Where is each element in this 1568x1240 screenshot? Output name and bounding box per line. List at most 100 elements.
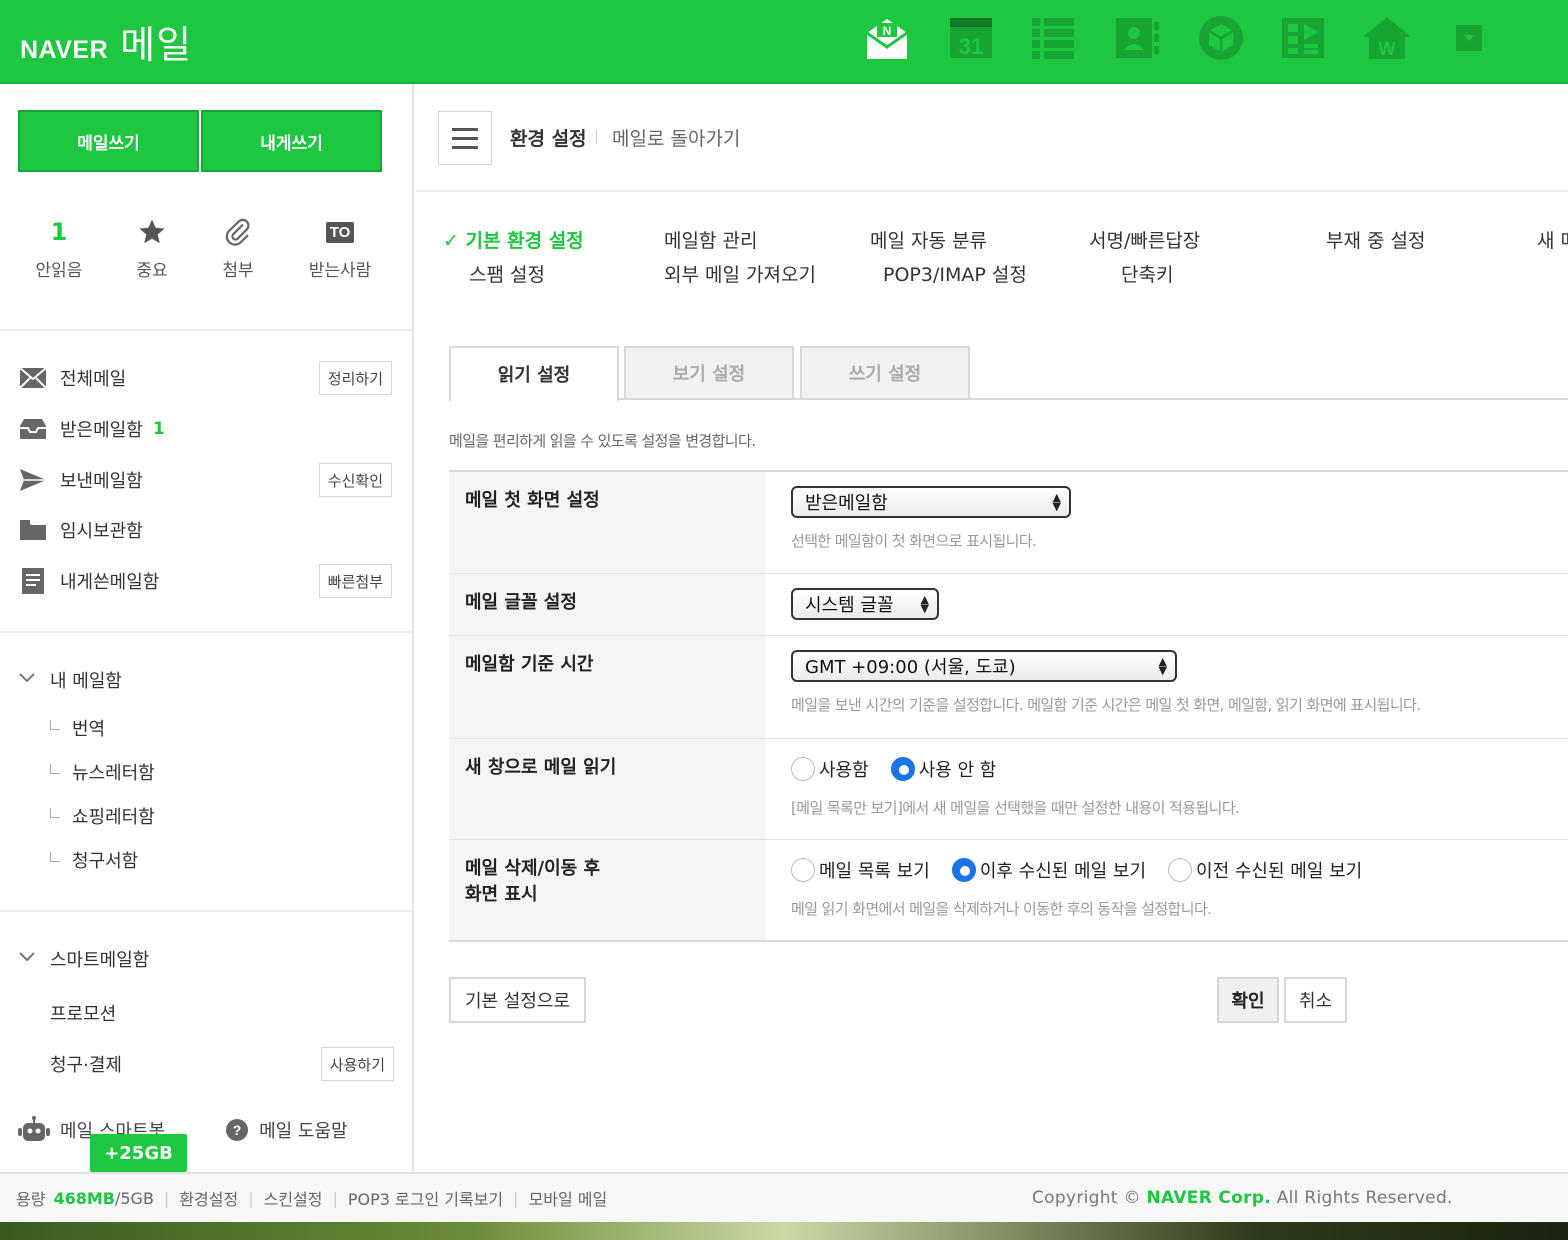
after-delete-radio-group: 메일 목록 보기 이후 수신된 메일 보기 이전 수신된 메일 보기 <box>791 854 1543 886</box>
mybox-icon[interactable] <box>1194 12 1248 64</box>
first-screen-select[interactable]: 받은메일함 ▲ ▼ <box>791 486 1071 518</box>
svg-text:31: 31 <box>959 34 983 59</box>
tab-read-settings[interactable]: 읽기 설정 <box>449 346 619 402</box>
todo-list-icon[interactable] <box>1026 12 1080 64</box>
cancel-button[interactable]: 취소 <box>1284 977 1347 1023</box>
confirm-button[interactable]: 확인 <box>1217 977 1279 1023</box>
radio-next-mail[interactable]: 이후 수신된 메일 보기 <box>951 857 1147 883</box>
tab-write-settings[interactable]: 쓰기 설정 <box>800 346 970 400</box>
tree-branch-icon <box>50 764 60 774</box>
sub-folder-shopping[interactable]: 쇼핑레터함 <box>50 799 155 833</box>
office-icon[interactable] <box>1276 12 1330 64</box>
footer-link-settings[interactable]: 환경설정 <box>179 1186 238 1210</box>
select-arrows-icon: ▲ ▼ <box>920 593 929 615</box>
row-help: 메일 읽기 화면에서 메일을 삭제하거나 이동한 후의 동작을 설정합니다. <box>791 900 1212 918</box>
row-timezone: 메일함 기준 시간 GMT +09:00 (서울, 도쿄) ▲ ▼ 메일을 보낸 … <box>449 636 1568 739</box>
logo-brand: NAVER <box>20 36 109 64</box>
smart-billing[interactable]: 청구·결제 사용하기 <box>50 1044 394 1084</box>
radio-label: 메일 목록 보기 <box>819 861 930 882</box>
blog-home-icon[interactable]: W <box>1360 12 1414 64</box>
sub-folder-translation[interactable]: 번역 <box>50 711 105 745</box>
sidebar-divider <box>0 329 412 331</box>
folder-sent[interactable]: 보낸메일함 수신확인 <box>18 460 394 500</box>
calendar-icon[interactable]: 31 <box>944 12 998 64</box>
font-select[interactable]: 시스템 글꼴 ▲ ▼ <box>791 588 939 620</box>
more-apps-dropdown-icon[interactable] <box>1442 12 1496 64</box>
quick-recipient[interactable]: TO 받는사람 <box>290 212 390 281</box>
row-first-screen: 메일 첫 화면 설정 받은메일함 ▲ ▼ 선택한 메일함이 첫 화면으로 표시됩니… <box>449 472 1568 574</box>
folder-inbox[interactable]: 받은메일함 1 <box>18 409 394 449</box>
radio-use[interactable]: 사용함 <box>791 756 869 782</box>
nav-new-truncated[interactable]: 새 메 <box>1537 226 1568 253</box>
top-header: NAVER 메일 N 31 W <box>0 0 1568 84</box>
footer-link-skin[interactable]: 스킨설정 <box>264 1186 323 1210</box>
sub-folder-bills[interactable]: 청구서함 <box>50 843 138 877</box>
radio-no-use[interactable]: 사용 안 함 <box>890 756 996 782</box>
sub-folder-newsletter[interactable]: 뉴스레터함 <box>50 755 155 789</box>
smart-mailbox-toggle[interactable]: 스마트메일함 <box>18 941 149 977</box>
nav-external-mail[interactable]: 외부 메일 가져오기 <box>664 260 816 287</box>
write-mail-button[interactable]: 메일쓰기 <box>18 110 199 172</box>
nav-basic-settings[interactable]: ✓ 기본 환경 설정 <box>443 226 584 253</box>
radio-label: 이후 수신된 메일 보기 <box>979 861 1147 882</box>
settings-main: 환경 설정 메일로 돌아가기 ✓ 기본 환경 설정 스팸 설정 메일함 관리 외… <box>416 84 1568 1172</box>
sidebar-divider <box>0 631 412 633</box>
radio-label: 사용함 <box>819 760 869 781</box>
quick-unread-label: 안읽음 <box>35 261 83 281</box>
nav-absence[interactable]: 부재 중 설정 <box>1326 226 1425 253</box>
organize-button[interactable]: 정리하기 <box>318 361 392 395</box>
help-icon: ? <box>226 1119 249 1141</box>
quick-attachment[interactable]: 첨부 <box>188 212 288 281</box>
enable-billing-button[interactable]: 사용하기 <box>320 1047 394 1081</box>
back-to-mail-link[interactable]: 메일로 돌아가기 <box>612 124 740 151</box>
radio-mail-list[interactable]: 메일 목록 보기 <box>791 857 930 883</box>
naver-mail-logo[interactable]: NAVER 메일 <box>20 14 192 69</box>
svg-text:N: N <box>883 24 892 38</box>
help-link[interactable]: ? 메일 도움말 <box>225 1117 348 1143</box>
capacity-label: 용량 <box>16 1190 46 1209</box>
footer-link-mobile[interactable]: 모바일 메일 <box>529 1186 608 1210</box>
my-mailbox-toggle[interactable]: 내 메일함 <box>18 662 122 698</box>
select-arrows-icon: ▲ ▼ <box>1158 655 1167 677</box>
timezone-select[interactable]: GMT +09:00 (서울, 도쿄) ▲ ▼ <box>791 650 1177 682</box>
folder-self-sent[interactable]: 내게쓴메일함 빠른첨부 <box>18 561 394 601</box>
quick-important[interactable]: 중요 <box>102 212 202 281</box>
folder-all-mail[interactable]: 전체메일 정리하기 <box>18 358 394 398</box>
tab-description: 메일을 편리하게 읽을 수 있도록 설정을 변경합니다. <box>449 432 756 450</box>
radio-previous-mail[interactable]: 이전 수신된 메일 보기 <box>1168 857 1362 883</box>
read-receipt-button[interactable]: 수신확인 <box>318 463 392 497</box>
nav-signature[interactable]: 서명/빠른답장 <box>1089 226 1200 253</box>
quick-attach-button[interactable]: 빠른첨부 <box>318 564 392 598</box>
unread-count: 1 <box>50 218 68 246</box>
folder-all-mail-label: 전체메일 <box>60 369 127 390</box>
nav-spam-settings[interactable]: 스팸 설정 <box>469 260 545 287</box>
tab-view-settings[interactable]: 보기 설정 <box>624 346 794 400</box>
mail-app-icon[interactable]: N <box>860 12 914 64</box>
smart-billing-label: 청구·결제 <box>50 1055 122 1076</box>
contacts-icon[interactable] <box>1110 12 1164 64</box>
nav-mailbox-manage[interactable]: 메일함 관리 <box>664 226 757 253</box>
copyright-corp[interactable]: NAVER Corp. <box>1147 1188 1271 1208</box>
row-label: 메일 글꼴 설정 <box>449 574 766 635</box>
sidebar-divider <box>0 910 412 912</box>
reset-default-button[interactable]: 기본 설정으로 <box>449 977 586 1023</box>
copyright-rights: All Rights Reserved. <box>1276 1188 1453 1208</box>
quick-important-label: 중요 <box>136 261 168 281</box>
quick-unread[interactable]: 1 안읽음 <box>9 212 109 281</box>
inbox-icon <box>20 419 46 439</box>
write-to-me-button[interactable]: 내게쓰기 <box>201 110 382 172</box>
footer-link-pop3-log[interactable]: POP3 로그인 기록보기 <box>348 1186 503 1210</box>
svg-text:?: ? <box>233 1122 242 1138</box>
nav-auto-sort[interactable]: 메일 자동 분류 <box>870 226 987 253</box>
hamburger-menu-button[interactable] <box>438 111 492 165</box>
smart-promotion[interactable]: 프로모션 <box>50 993 116 1033</box>
row-label: 메일 삭제/이동 후 화면 표시 <box>449 840 766 940</box>
row-after-delete: 메일 삭제/이동 후 화면 표시 메일 목록 보기 이후 수신된 메일 보기 이… <box>449 840 1568 940</box>
quick-recipient-label: 받는사람 <box>308 261 372 281</box>
sub-folder-label: 쇼핑레터함 <box>72 807 155 828</box>
nav-pop3-imap[interactable]: POP3/IMAP 설정 <box>883 260 1027 287</box>
nav-shortcut[interactable]: 단축키 <box>1121 260 1173 287</box>
radio-selected-icon <box>951 858 976 882</box>
folder-drafts[interactable]: 임시보관함 <box>18 510 394 550</box>
storage-upgrade-tooltip[interactable]: +25GB <box>90 1134 187 1180</box>
